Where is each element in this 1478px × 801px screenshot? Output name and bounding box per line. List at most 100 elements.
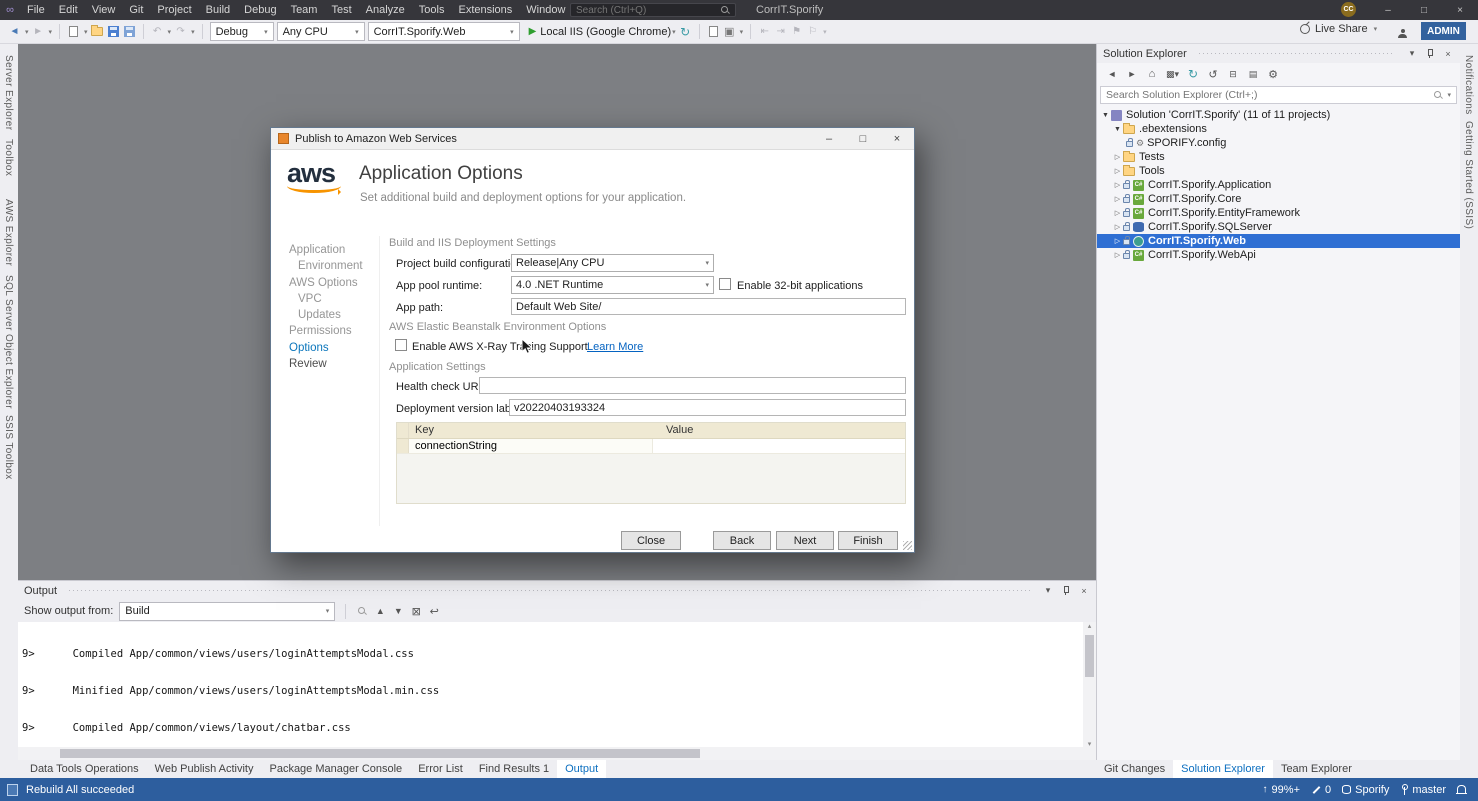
- finish-button[interactable]: Finish: [838, 531, 898, 550]
- solution-explorer-search-box[interactable]: ▾: [1100, 86, 1457, 104]
- menu-debug[interactable]: Debug: [237, 0, 283, 20]
- chevron-down-icon[interactable]: ▾: [740, 28, 744, 36]
- tree-item-entityframework-project[interactable]: ▷ C# CorrIT.Sporify.EntityFramework: [1097, 206, 1460, 220]
- repository-picker[interactable]: Sporify: [1342, 784, 1389, 796]
- branch-picker[interactable]: master: [1400, 784, 1446, 796]
- tree-item-tests[interactable]: ▷ Tests: [1097, 150, 1460, 164]
- word-wrap-icon[interactable]: ↩: [428, 605, 440, 618]
- expander-icon[interactable]: ▼: [1112, 126, 1123, 133]
- expander-icon[interactable]: ▷: [1112, 153, 1123, 161]
- feedback-user-icon[interactable]: [1396, 24, 1409, 44]
- tab-team-explorer[interactable]: Team Explorer: [1273, 760, 1360, 778]
- expander-icon[interactable]: ▷: [1112, 181, 1123, 189]
- tab-solution-explorer[interactable]: Solution Explorer: [1173, 760, 1273, 778]
- scrollbar-thumb[interactable]: [60, 749, 700, 758]
- redo-icon[interactable]: ↷: [174, 22, 187, 42]
- collapse-all-icon[interactable]: ⊟: [1227, 69, 1239, 80]
- find-in-files-icon[interactable]: [707, 22, 720, 42]
- solution-explorer-search-input[interactable]: [1106, 89, 1406, 101]
- find-message-icon[interactable]: [356, 607, 368, 616]
- back-button[interactable]: Back: [713, 531, 771, 550]
- save-icon[interactable]: [108, 26, 119, 37]
- menu-view[interactable]: View: [85, 0, 123, 20]
- clear-all-icon[interactable]: ⊠: [410, 605, 422, 618]
- sync-icon[interactable]: ↻: [1187, 67, 1199, 81]
- project-build-config-dropdown[interactable]: Release|Any CPU ▾: [511, 254, 714, 272]
- tree-item-application-project[interactable]: ▷ C# CorrIT.Sporify.Application: [1097, 178, 1460, 192]
- refresh-icon[interactable]: ↺: [1207, 68, 1219, 81]
- menu-edit[interactable]: Edit: [52, 0, 85, 20]
- vertical-scrollbar[interactable]: ▴▾: [1083, 622, 1096, 748]
- pin-icon[interactable]: [1424, 48, 1436, 59]
- value-cell[interactable]: [652, 439, 905, 453]
- expander-icon[interactable]: ▼: [1100, 112, 1111, 119]
- preview-in-browser-icon[interactable]: ▣: [723, 22, 736, 42]
- save-all-icon[interactable]: [124, 26, 135, 37]
- sync-status[interactable]: ↑99%+: [1263, 784, 1300, 796]
- value-column-header[interactable]: Value: [652, 423, 905, 438]
- dialog-minimize-button[interactable]: –: [812, 128, 846, 150]
- learn-more-link[interactable]: Learn More: [587, 341, 643, 353]
- new-file-dropdown-icon[interactable]: ▾: [84, 28, 88, 36]
- menu-git[interactable]: Git: [122, 0, 150, 20]
- expander-icon[interactable]: ▷: [1112, 223, 1123, 231]
- tree-item-webapi-project[interactable]: ▷ C# CorrIT.Sporify.WebApi: [1097, 248, 1460, 262]
- tab-git-changes[interactable]: Git Changes: [1096, 760, 1173, 778]
- expander-icon[interactable]: ▷: [1112, 195, 1123, 203]
- menu-team[interactable]: Team: [284, 0, 325, 20]
- back-icon[interactable]: ◄: [1106, 69, 1118, 79]
- tree-item-core-project[interactable]: ▷ C# CorrIT.Sporify.Core: [1097, 192, 1460, 206]
- step-aws-options[interactable]: AWS Options: [289, 275, 363, 291]
- tree-item-solution[interactable]: ▼ Solution 'CorrIT.Sporify' (11 of 11 pr…: [1097, 108, 1460, 122]
- scrollbar-thumb[interactable]: [1085, 635, 1094, 677]
- tab-server-explorer[interactable]: Server Explorer: [3, 55, 14, 130]
- tree-item-sqlserver-project[interactable]: ▷ CorrIT.Sporify.SQLServer: [1097, 220, 1460, 234]
- forward-icon[interactable]: ►: [1126, 69, 1138, 79]
- step-review[interactable]: Review: [289, 356, 363, 372]
- expander-icon[interactable]: ▷: [1112, 209, 1123, 217]
- health-check-url-input[interactable]: [479, 377, 906, 394]
- tab-output[interactable]: Output: [557, 760, 606, 778]
- tab-toolbox[interactable]: Toolbox: [3, 139, 14, 176]
- tab-notifications[interactable]: Notifications: [1463, 55, 1474, 115]
- pending-changes-status[interactable]: 0: [1311, 784, 1331, 796]
- window-position-icon[interactable]: ▾: [1406, 48, 1418, 59]
- undo-icon[interactable]: ↶: [151, 22, 164, 42]
- tab-sql-server-object-explorer[interactable]: SQL Server Object Explorer: [3, 275, 14, 409]
- flag-icon[interactable]: ⚐: [806, 22, 819, 42]
- resize-grip[interactable]: [903, 541, 912, 550]
- undo-dropdown-icon[interactable]: ▾: [168, 28, 172, 36]
- tab-error-list[interactable]: Error List: [410, 760, 471, 778]
- navigate-forward-dropdown-icon[interactable]: ▾: [49, 28, 53, 36]
- startup-project-dropdown[interactable]: CorrIT.Sporify.Web▾: [368, 22, 520, 41]
- menu-analyze[interactable]: Analyze: [359, 0, 412, 20]
- quick-search-input[interactable]: [576, 5, 716, 16]
- navigate-forward-icon[interactable]: ►: [32, 22, 45, 42]
- dialog-close-button[interactable]: ×: [880, 128, 914, 150]
- close-icon[interactable]: ×: [1442, 49, 1454, 59]
- admin-account-badge[interactable]: ADMIN: [1421, 22, 1466, 40]
- step-options-active[interactable]: Options: [289, 340, 363, 356]
- close-icon[interactable]: ×: [1078, 586, 1090, 596]
- tab-find-results-1[interactable]: Find Results 1: [471, 760, 557, 778]
- expander-icon[interactable]: ▷: [1112, 167, 1123, 175]
- output-log[interactable]: 9> Compiled App/common/views/users/login…: [18, 622, 1083, 748]
- home-icon[interactable]: ⌂: [1146, 68, 1158, 80]
- step-vpc[interactable]: VPC: [289, 291, 363, 307]
- chevron-down-icon[interactable]: ▾: [1447, 91, 1451, 99]
- menu-test[interactable]: Test: [324, 0, 358, 20]
- menu-tools[interactable]: Tools: [412, 0, 452, 20]
- navigate-back-icon[interactable]: ◄: [8, 22, 21, 42]
- output-source-dropdown[interactable]: Build ▾: [119, 602, 335, 621]
- chevron-down-icon[interactable]: ▾: [823, 28, 827, 36]
- start-debugging-button[interactable]: ▶ Local IIS (Google Chrome) ▾: [529, 22, 676, 42]
- enable-32bit-checkbox[interactable]: [719, 278, 731, 290]
- close-button[interactable]: ×: [1442, 0, 1478, 20]
- menu-window[interactable]: Window: [519, 0, 572, 20]
- tab-ssis-toolbox[interactable]: SSIS Toolbox: [3, 415, 14, 480]
- quick-search-box[interactable]: [570, 3, 736, 17]
- dialog-titlebar[interactable]: Publish to Amazon Web Services – □ ×: [271, 128, 914, 150]
- expander-icon[interactable]: ▷: [1112, 251, 1123, 259]
- redo-dropdown-icon[interactable]: ▾: [191, 28, 195, 36]
- minimize-button[interactable]: –: [1370, 0, 1406, 20]
